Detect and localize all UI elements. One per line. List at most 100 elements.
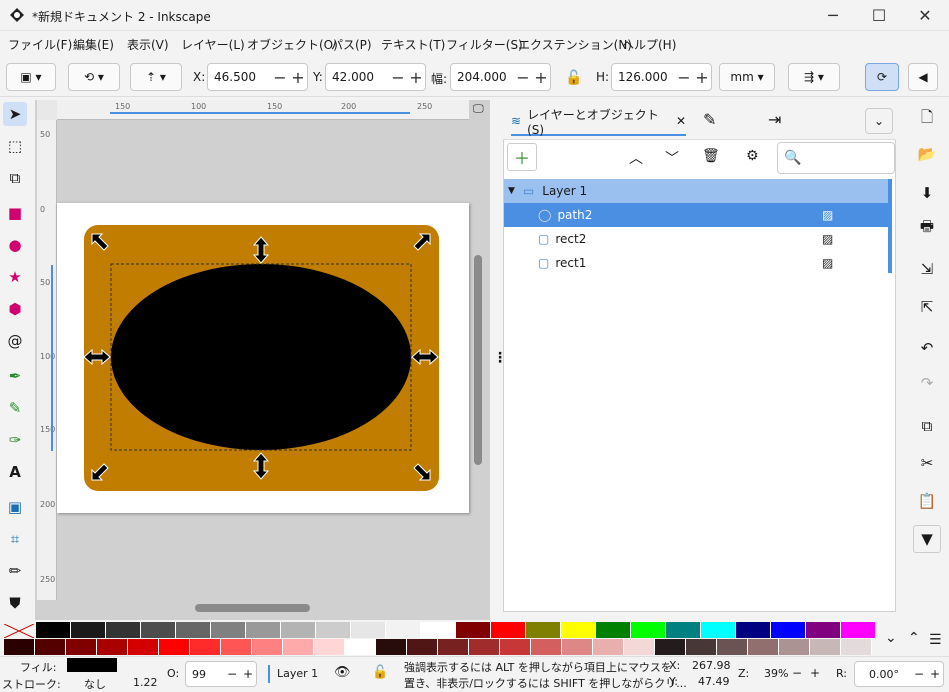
vertical-scrollbar[interactable] [474, 255, 482, 465]
color-swatch[interactable] [36, 622, 71, 638]
more-commands-icon[interactable]: ▼ [913, 525, 941, 553]
maximize-button[interactable]: ☐ [856, 0, 902, 31]
drawing[interactable] [57, 203, 469, 513]
current-layer[interactable]: Layer 1 [277, 667, 318, 680]
move-down-icon[interactable]: ﹀ [665, 148, 679, 168]
tab-export-icon[interactable]: ⇥ [768, 110, 781, 129]
ellipse-path-object[interactable] [111, 264, 411, 450]
plus-icon[interactable]: + [927, 667, 943, 681]
color-swatch[interactable] [596, 622, 631, 638]
color-swatch[interactable] [351, 622, 386, 638]
mesh-tool-icon[interactable]: ⌗ [3, 527, 27, 551]
color-swatch[interactable] [345, 639, 376, 655]
import-icon[interactable]: ⇲ [913, 255, 941, 283]
height-field[interactable]: 126.000− + [611, 63, 712, 91]
unit-select[interactable]: mm ▾ [719, 63, 775, 91]
select-same-button[interactable]: ▣ ▾ [6, 63, 56, 91]
plus-icon[interactable]: + [289, 68, 307, 87]
redo-icon[interactable]: ↷ [913, 369, 941, 397]
color-swatch[interactable] [281, 622, 316, 638]
cut-icon[interactable]: ✂ [913, 449, 941, 477]
plus-icon[interactable]: + [532, 68, 550, 87]
color-swatch[interactable] [655, 639, 686, 655]
menu-help[interactable]: ヘルプ(H) [622, 36, 676, 53]
spiral-tool-icon[interactable]: @ [3, 329, 27, 353]
object-row-path2[interactable]: ◯ path2 ▨ [504, 203, 888, 227]
display-mode-icon[interactable]: 🖵 [473, 102, 487, 116]
color-swatch[interactable] [562, 639, 593, 655]
color-swatch[interactable] [686, 639, 717, 655]
color-swatch[interactable] [841, 622, 876, 638]
color-swatch[interactable] [252, 639, 283, 655]
paste-icon[interactable]: 📋 [913, 487, 941, 515]
menu-edit[interactable]: 編集(E) [73, 36, 114, 53]
plus-icon[interactable]: + [407, 68, 425, 87]
new-document-icon[interactable]: 🗋 [913, 105, 941, 133]
color-swatch[interactable] [841, 639, 872, 655]
add-layer-button[interactable]: ＋ [507, 143, 537, 171]
rotation-field[interactable]: 0.00° − + [854, 661, 944, 687]
lock-icon[interactable]: 🔓 [565, 70, 582, 86]
lock-icon[interactable]: 🔓 [372, 665, 388, 680]
color-swatch[interactable] [71, 622, 106, 638]
tab-fill-stroke-icon[interactable]: ✎ [703, 110, 716, 129]
color-swatch[interactable] [806, 622, 841, 638]
transform-options-button[interactable]: ⟲ ▾ [68, 63, 120, 91]
x-field[interactable]: 46.500 − + [207, 63, 308, 91]
snap-popover-button[interactable]: ◀ [908, 63, 938, 91]
eye-icon[interactable]: 👁 [334, 665, 351, 680]
minimize-button[interactable]: ─ [810, 0, 856, 31]
color-swatch[interactable] [283, 639, 314, 655]
menu-text[interactable]: テキスト(T) [381, 36, 445, 53]
color-swatch[interactable] [771, 622, 806, 638]
color-swatch[interactable] [97, 639, 128, 655]
pencil-tool-icon[interactable]: ✎ [3, 396, 27, 420]
menu-path[interactable]: パス(P) [331, 36, 372, 53]
horizontal-scrollbar[interactable] [195, 604, 310, 612]
move-up-icon[interactable]: ︿ [629, 148, 643, 168]
color-swatch[interactable] [407, 639, 438, 655]
chevron-down-icon[interactable]: ⌄ [885, 630, 897, 646]
export-icon[interactable]: ⇱ [913, 293, 941, 321]
rectangle-tool-icon[interactable]: ■ [3, 201, 27, 225]
menu-filter[interactable]: フィルター(S) [446, 36, 523, 53]
color-swatch[interactable] [531, 639, 562, 655]
vertical-ruler[interactable]: 50 0 50 100 150 200 250 [37, 120, 57, 600]
object-row-rect1[interactable]: ▢ rect1 ▨ [504, 251, 888, 275]
object-search-input[interactable]: 🔍 [777, 142, 895, 174]
shape-builder-tool-icon[interactable]: ⧉ [3, 166, 27, 190]
3d-box-tool-icon[interactable]: ⬢ [3, 297, 27, 321]
ellipse-tool-icon[interactable]: ● [3, 233, 27, 257]
opacity-field[interactable]: 99 − + [185, 661, 257, 687]
menu-layer[interactable]: レイヤー(L) [181, 36, 245, 53]
lock-state-icon[interactable]: ▨ [822, 256, 833, 270]
close-tab-icon[interactable]: ✕ [676, 114, 686, 128]
close-button[interactable]: ✕ [902, 0, 948, 31]
color-swatch[interactable] [376, 639, 407, 655]
plus-icon[interactable]: + [240, 667, 256, 681]
color-swatch[interactable] [66, 639, 97, 655]
tab-layers-objects[interactable]: ≋ レイヤーとオブジェクト(S) ✕ [511, 108, 686, 137]
menu-extensions[interactable]: エクステンション(N) [518, 36, 632, 53]
zoom-minus-icon[interactable]: − [792, 666, 802, 680]
fill-swatch[interactable] [67, 658, 117, 672]
color-swatch[interactable] [316, 622, 351, 638]
save-icon[interactable]: ⬇ [913, 179, 941, 207]
zoom-value[interactable]: 39% [764, 667, 788, 680]
panel-menu-button[interactable]: ⌄ [865, 108, 893, 134]
color-swatch[interactable] [128, 639, 159, 655]
menu-file[interactable]: ファイル(F) [8, 36, 72, 53]
color-swatch[interactable] [701, 622, 736, 638]
expander-icon[interactable]: ▼ [508, 186, 515, 196]
selector-tool-icon[interactable]: ➤ [3, 102, 27, 126]
gradient-tool-icon[interactable]: ▣ [3, 495, 27, 519]
y-field[interactable]: 42.000 − + [325, 63, 426, 91]
pen-tool-icon[interactable]: ✒ [3, 364, 27, 388]
color-swatch[interactable] [469, 639, 500, 655]
open-file-icon[interactable]: 📂 [913, 140, 941, 168]
minus-icon[interactable]: − [271, 68, 289, 87]
paint-bucket-tool-icon[interactable]: ⛊ [3, 591, 27, 615]
color-swatch[interactable] [35, 639, 66, 655]
minus-icon[interactable]: − [389, 68, 407, 87]
color-swatch[interactable] [500, 639, 531, 655]
